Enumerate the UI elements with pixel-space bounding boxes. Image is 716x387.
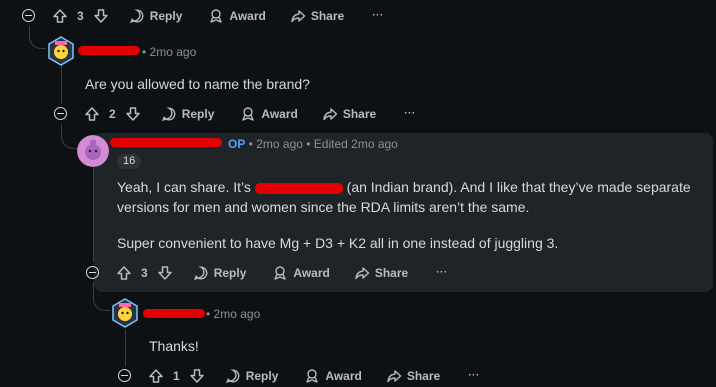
share-icon bbox=[387, 370, 402, 383]
comment-icon bbox=[193, 266, 208, 281]
redacted-username bbox=[78, 46, 140, 55]
edited-label: Edited 2mo ago bbox=[313, 137, 398, 151]
op-badge: OP bbox=[228, 137, 246, 151]
redacted-brand bbox=[254, 182, 343, 194]
collapse-button[interactable] bbox=[86, 266, 99, 279]
comment-meta: OP • 2mo ago • Edited 2mo ago bbox=[228, 137, 398, 151]
thread-line bbox=[125, 330, 126, 366]
user-avatar[interactable] bbox=[110, 298, 140, 328]
more-options-button[interactable]: ··· bbox=[372, 11, 384, 21]
comment-text: Yeah, I can share. It’s (an Indian brand… bbox=[117, 179, 691, 215]
comment-timestamp: 2mo ago bbox=[256, 137, 303, 151]
award-icon bbox=[242, 107, 255, 121]
share-icon bbox=[355, 267, 370, 280]
collapse-button[interactable] bbox=[54, 107, 67, 120]
downvote-icon[interactable] bbox=[189, 368, 205, 384]
share-button[interactable]: Share bbox=[386, 368, 440, 384]
comment-text: Thanks! bbox=[149, 338, 199, 354]
user-flair: 16 bbox=[117, 154, 142, 169]
reply-button[interactable]: Reply bbox=[161, 106, 214, 122]
collapse-button[interactable] bbox=[22, 9, 35, 22]
award-icon bbox=[306, 369, 319, 383]
award-button[interactable]: Award bbox=[304, 368, 362, 384]
award-icon bbox=[274, 266, 287, 280]
action-bar: 1 Reply Award Share ··· bbox=[148, 365, 480, 387]
more-options-button[interactable]: ··· bbox=[436, 268, 448, 278]
downvote-icon[interactable] bbox=[125, 106, 141, 122]
more-options-button[interactable]: ··· bbox=[468, 371, 480, 381]
redacted-username bbox=[143, 309, 205, 318]
action-bar: 2 Reply Award Share ··· bbox=[84, 103, 416, 125]
action-bar: 3 Reply Award Share ··· bbox=[116, 262, 448, 284]
upvote-icon[interactable] bbox=[148, 368, 164, 384]
reply-button[interactable]: Reply bbox=[225, 368, 278, 384]
comment-timestamp: • 2mo ago bbox=[206, 307, 261, 321]
award-button[interactable]: Award bbox=[240, 106, 298, 122]
collapse-button[interactable] bbox=[118, 369, 131, 382]
reply-button[interactable]: Reply bbox=[129, 8, 182, 24]
share-icon bbox=[323, 108, 338, 121]
comment-icon bbox=[161, 107, 176, 122]
upvote-icon[interactable] bbox=[52, 8, 68, 24]
downvote-icon[interactable] bbox=[93, 8, 109, 24]
award-button[interactable]: Award bbox=[208, 8, 266, 24]
comment-icon bbox=[129, 9, 144, 24]
downvote-icon[interactable] bbox=[157, 265, 173, 281]
award-icon bbox=[210, 9, 223, 23]
vote-group: 3 bbox=[116, 265, 173, 281]
share-button[interactable]: Share bbox=[322, 106, 376, 122]
upvote-icon[interactable] bbox=[116, 265, 132, 281]
vote-count: 3 bbox=[77, 9, 84, 23]
thread-elbow bbox=[61, 124, 78, 149]
user-avatar[interactable] bbox=[46, 36, 76, 66]
vote-group: 1 bbox=[148, 368, 205, 384]
redacted-username bbox=[110, 138, 222, 147]
share-icon bbox=[291, 10, 306, 23]
action-bar: 3 Reply Award Share ··· bbox=[52, 5, 384, 27]
share-button[interactable]: Share bbox=[354, 265, 408, 281]
vote-group: 3 bbox=[52, 8, 109, 24]
upvote-icon[interactable] bbox=[84, 106, 100, 122]
more-options-button[interactable]: ··· bbox=[404, 109, 416, 119]
reply-button[interactable]: Reply bbox=[193, 265, 246, 281]
vote-count: 3 bbox=[141, 266, 148, 280]
comment-text: Super convenient to have Mg + D3 + K2 al… bbox=[117, 235, 559, 251]
comment-text: Are you allowed to name the brand? bbox=[85, 76, 310, 92]
thread-elbow bbox=[29, 26, 46, 49]
vote-count: 2 bbox=[109, 107, 116, 121]
share-button[interactable]: Share bbox=[290, 8, 344, 24]
vote-group: 2 bbox=[84, 106, 141, 122]
thread-line bbox=[61, 66, 62, 104]
comment-timestamp: • 2mo ago bbox=[142, 45, 197, 59]
award-button[interactable]: Award bbox=[272, 265, 330, 281]
vote-count: 1 bbox=[173, 369, 180, 383]
op-avatar[interactable] bbox=[77, 135, 109, 167]
comment-icon bbox=[225, 369, 240, 384]
